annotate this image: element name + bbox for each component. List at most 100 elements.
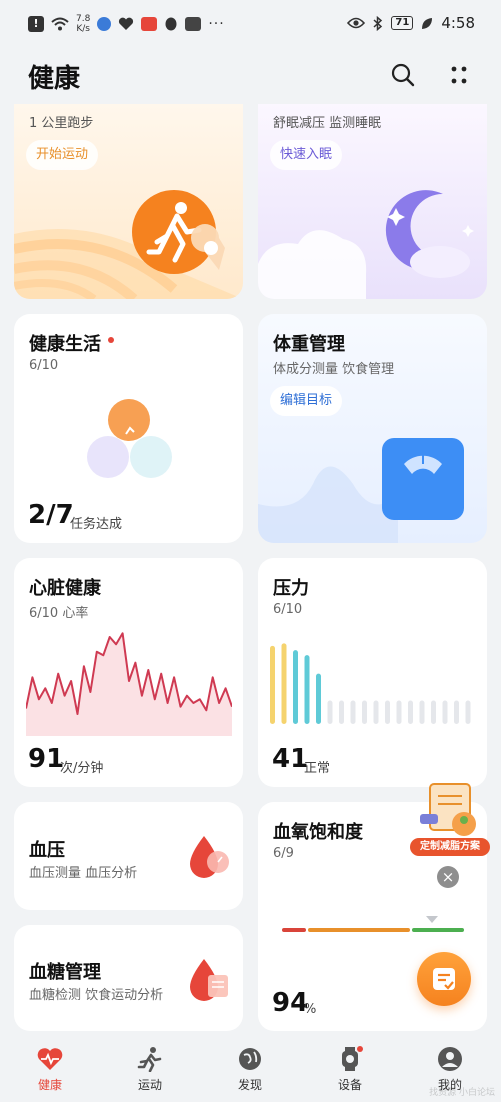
leaf-icon — [422, 17, 433, 29]
nav-exercise[interactable]: 运动 — [115, 1046, 185, 1093]
more-options-icon[interactable] — [446, 62, 472, 88]
fat-loss-plan-label: 定制减脂方案 — [410, 838, 490, 856]
scale-illustration — [258, 438, 464, 543]
stress-bar — [396, 700, 402, 724]
diet-plan-icon — [420, 783, 476, 836]
sleep-card[interactable]: 舒眠减压 监测睡眠 快速入眠 — [258, 104, 487, 299]
heart-subtitle: 6/10 心率 — [29, 606, 89, 621]
eye-icon — [347, 17, 366, 29]
weight-title: 体重管理 — [273, 334, 345, 355]
app-header: 健康 — [0, 50, 501, 106]
bp-title: 血压 — [29, 840, 65, 861]
discover-globe-icon — [239, 1048, 261, 1070]
status-right: 71 4:58 — [347, 14, 475, 32]
stress-bar — [373, 700, 379, 724]
record-fab-button[interactable] — [417, 952, 471, 1006]
stress-value: 41 — [272, 744, 309, 774]
stress-bar — [385, 700, 390, 724]
net-speed: 7.8 K/s — [76, 14, 91, 34]
glucose-subtitle: 血糖检测 饮食运动分析 — [29, 988, 164, 1003]
stress-bar — [442, 700, 448, 724]
healthy-life-value: 2/7 — [28, 500, 74, 530]
new-badge-dot — [108, 337, 114, 343]
notes-icon — [433, 968, 455, 990]
stress-bar — [304, 655, 310, 724]
health-heart-icon — [37, 1048, 63, 1070]
heart-rate-chart — [26, 632, 232, 736]
run-subtitle: 1 公里跑步 — [29, 116, 94, 131]
blood-pressure-card[interactable]: 血压 血压测量 血压分析 — [14, 802, 243, 910]
blood-glucose-card[interactable]: 血糖管理 血糖检测 饮食运动分析 — [14, 925, 243, 1031]
stress-bar — [327, 700, 333, 724]
spo2-title: 血氧饱和度 — [273, 822, 363, 843]
heart-app-icon — [119, 17, 134, 30]
stress-card[interactable]: 压力 6/10 41 正常 — [258, 558, 487, 787]
stress-bar — [408, 700, 413, 724]
healthy-life-progress: 6/10 — [29, 358, 59, 373]
alert-icon: ! — [28, 16, 44, 32]
nav-exercise-label: 运动 — [137, 1078, 162, 1092]
status-bar: ! 7.8 K/s ··· 71 4:58 — [0, 0, 501, 50]
stress-bar — [350, 700, 356, 724]
spo2-value: 94 — [272, 988, 309, 1018]
stress-bar — [293, 650, 298, 724]
stress-bar-chart — [270, 643, 471, 724]
spo2-range-bar — [282, 916, 464, 932]
weight-card[interactable]: 体重管理 体成分测量 饮食管理 编辑目标 — [258, 314, 487, 543]
stress-bar — [281, 643, 287, 724]
nav-me[interactable]: 我的 — [415, 1046, 485, 1093]
search-icon[interactable] — [390, 62, 416, 88]
nav-health-label: 健康 — [37, 1078, 62, 1092]
profile-avatar-icon — [438, 1047, 462, 1071]
heart-health-card[interactable]: 心脏健康 6/10 心率 91 次/分钟 — [14, 558, 243, 787]
run-card[interactable]: 1 公里跑步 开始运动 — [14, 104, 243, 299]
stress-title: 压力 — [273, 578, 309, 599]
sleep-subtitle: 舒眠减压 监测睡眠 — [273, 116, 382, 131]
healthy-life-rings-icon — [87, 399, 172, 478]
heart-rate-value: 91 — [28, 744, 65, 774]
heart-rate-area — [26, 633, 232, 736]
clock: 4:58 — [441, 14, 475, 32]
stress-bar — [454, 700, 459, 724]
quick-sleep-button[interactable]: 快速入眠 — [270, 140, 343, 170]
healthy-life-value-label: 任务达成 — [70, 517, 123, 532]
stress-bar — [362, 700, 367, 724]
stress-subtitle: 6/10 — [273, 602, 303, 617]
globe-app-icon — [97, 17, 112, 31]
nav-devices[interactable]: 设备 — [315, 1046, 385, 1093]
app-badge-icon — [141, 17, 158, 31]
stress-bar — [465, 700, 471, 724]
weight-subtitle: 体成分测量 饮食管理 — [273, 362, 395, 377]
fat-loss-plan-promo[interactable]: 定制减脂方案 — [410, 780, 490, 856]
nav-discover[interactable]: 发现 — [215, 1046, 285, 1093]
stress-bar — [431, 700, 436, 724]
heart-title: 心脏健康 — [29, 578, 101, 599]
more-notifications-icon: ··· — [208, 16, 225, 32]
qq-icon — [165, 17, 177, 30]
page-title: 健康 — [28, 64, 81, 94]
nav-discover-label: 发现 — [237, 1078, 262, 1092]
app-icon — [185, 17, 202, 31]
heart-rate-unit: 次/分钟 — [60, 761, 104, 776]
bottom-navigation: 健康 运动 发现 设备 我的 — [0, 1040, 501, 1102]
runner-icon — [132, 190, 225, 274]
stress-bar — [270, 645, 275, 724]
glucose-title: 血糖管理 — [29, 962, 101, 983]
bp-subtitle: 血压测量 血压分析 — [29, 866, 138, 881]
nav-health[interactable]: 健康 — [15, 1046, 85, 1093]
close-promo-button[interactable]: × — [437, 866, 459, 888]
stress-bar — [419, 700, 425, 724]
stress-status: 正常 — [304, 761, 331, 776]
moon-clouds-illustration — [258, 190, 474, 299]
watch-icon — [342, 1046, 363, 1071]
spo2-unit: % — [304, 1002, 317, 1017]
nav-devices-label: 设备 — [337, 1078, 362, 1092]
bluetooth-icon — [373, 15, 383, 31]
glucose-drop-icon — [190, 959, 228, 1001]
watermark: 找资源 小白论坛 — [429, 1088, 495, 1098]
wifi-icon — [51, 17, 69, 31]
battery-indicator: 71 — [391, 16, 414, 30]
blood-drop-icon — [190, 836, 229, 878]
healthy-life-card[interactable]: 健康生活 6/10 2/7 任务达成 — [14, 314, 243, 543]
edit-goal-button[interactable]: 编辑目标 — [270, 386, 343, 416]
